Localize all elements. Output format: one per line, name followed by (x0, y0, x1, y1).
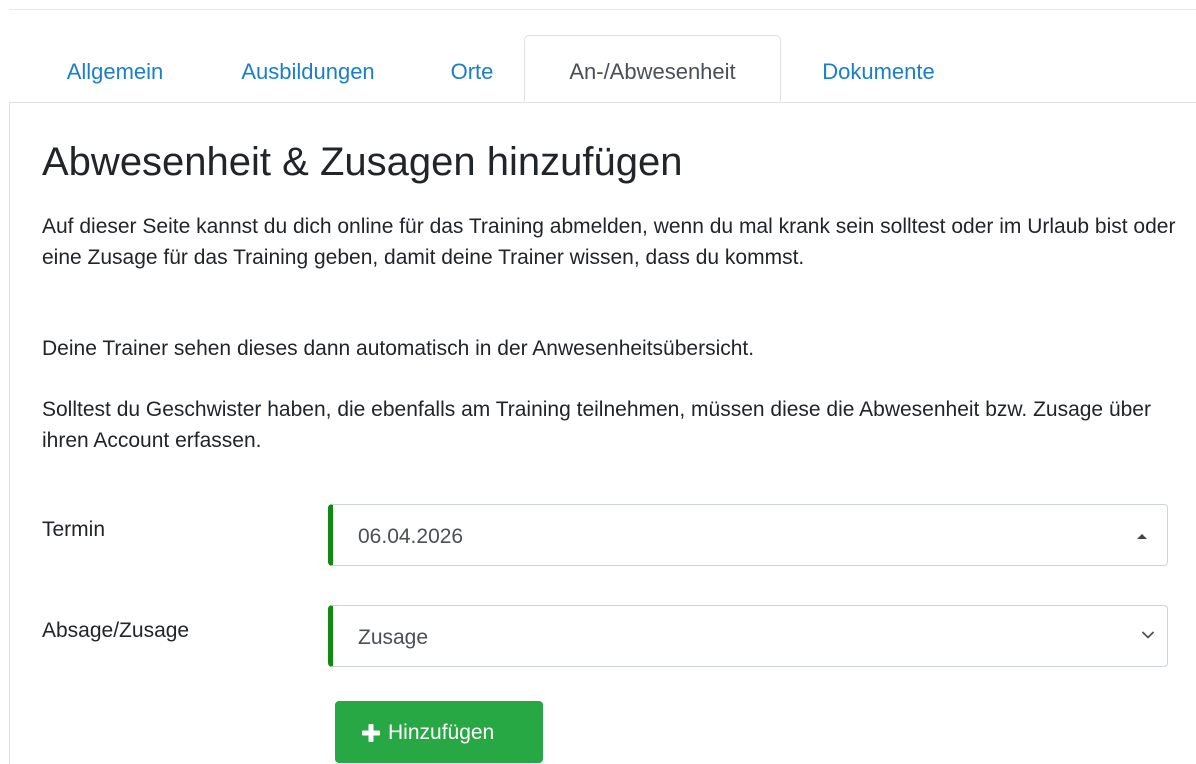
termin-value: 06.04.2026 (358, 525, 464, 548)
page-title: Abwesenheit & Zusagen hinzufügen (42, 140, 683, 184)
chevron-down-icon (1142, 631, 1154, 639)
left-divider (9, 102, 10, 764)
termin-label: Termin (42, 518, 106, 541)
intro-text: Auf dieser Seite kannst du dich online f… (42, 215, 1176, 269)
top-divider (9, 9, 1196, 10)
add-button[interactable]: Hinzufügen (335, 701, 543, 763)
absage-zusage-select[interactable]: Zusage (328, 605, 1168, 667)
tab-bar: Allgemein Ausbildungen Orte An-/Abwesenh… (10, 35, 1196, 103)
tab-ausbildungen[interactable]: Ausbildungen (222, 35, 394, 102)
tab-dokumente[interactable]: Dokumente (796, 35, 961, 102)
tab-an-abwesenheit[interactable]: An-/Abwesenheit (524, 35, 781, 102)
siblings-note: Solltest du Geschwister haben, die ebenf… (42, 398, 1151, 452)
termin-select[interactable]: 06.04.2026 (328, 504, 1168, 566)
absage-zusage-label: Absage/Zusage (42, 619, 190, 642)
absage-zusage-value: Zusage (358, 626, 429, 649)
tab-allgemein[interactable]: Allgemein (50, 35, 180, 102)
add-button-label: Hinzufügen (388, 721, 495, 744)
caret-up-icon (1137, 534, 1147, 539)
intro-text-trainer: Deine Trainer sehen dieses dann automati… (42, 337, 755, 360)
plus-icon (362, 724, 380, 742)
page: Allgemein Ausbildungen Orte An-/Abwesenh… (0, 0, 1196, 764)
tab-orte[interactable]: Orte (438, 35, 506, 102)
